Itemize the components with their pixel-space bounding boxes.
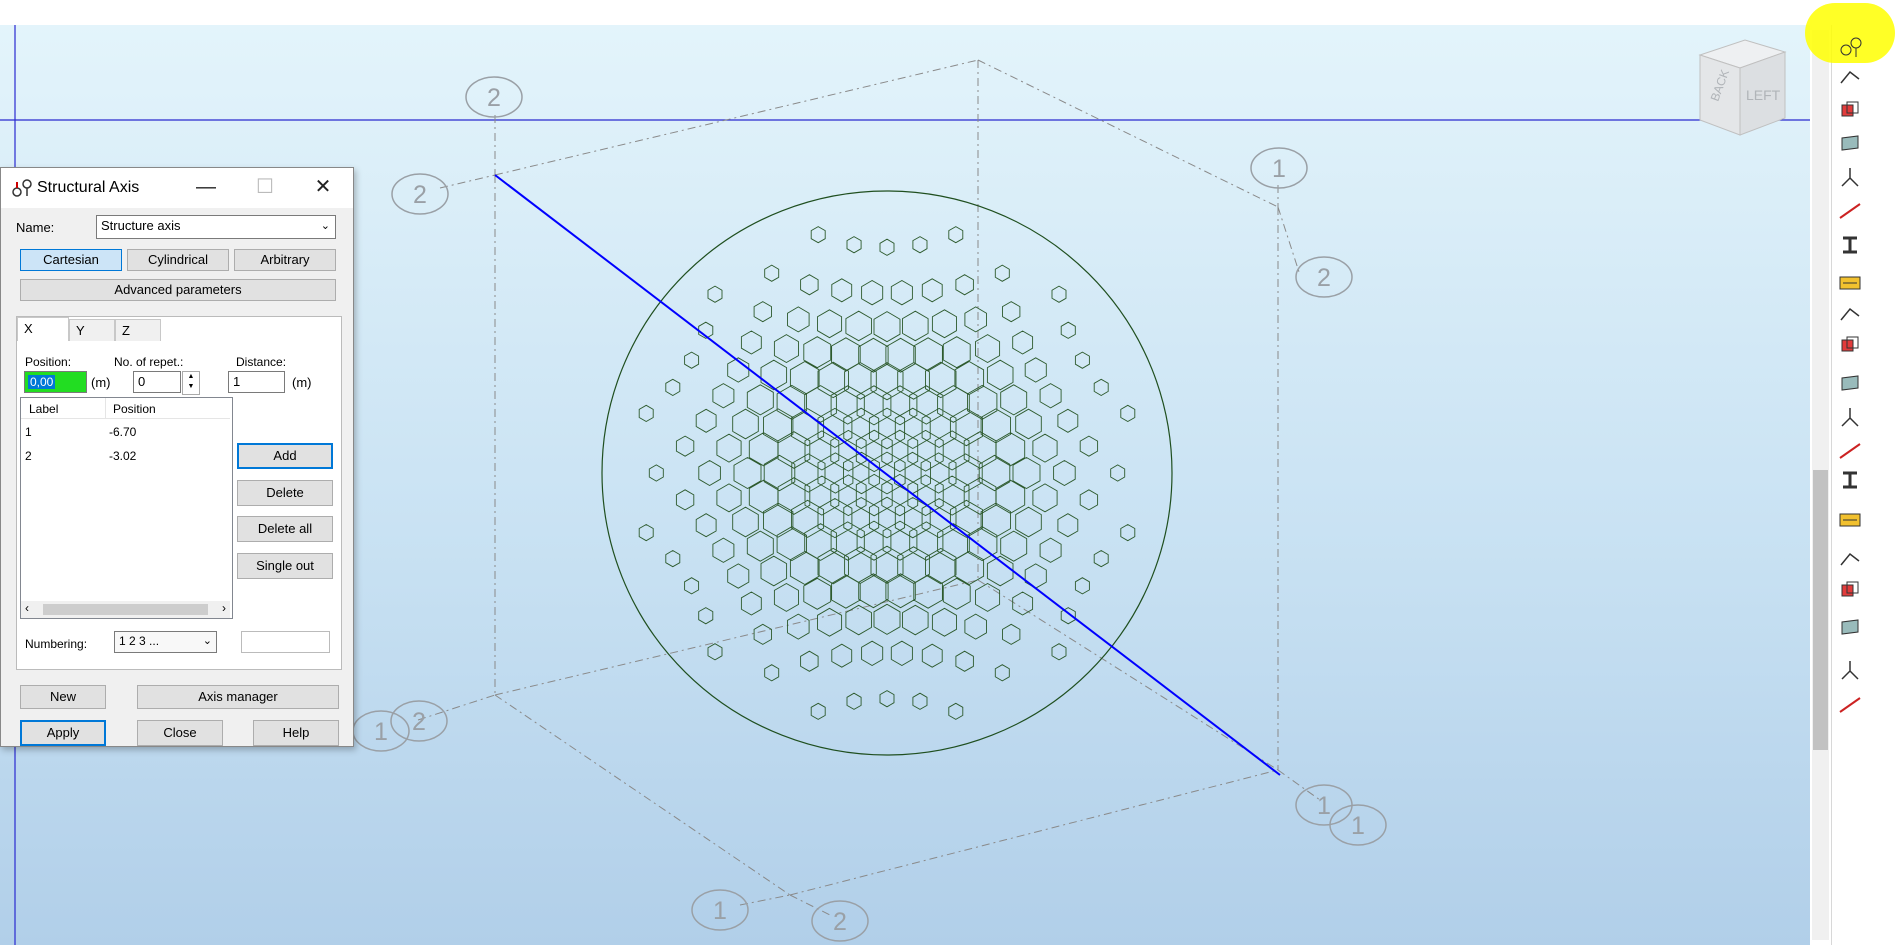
svg-text:2: 2 [412, 708, 426, 736]
chevron-down-icon: ⌄ [202, 635, 212, 647]
bar-icon[interactable] [1832, 63, 1868, 93]
dialog-title: Structural Axis [37, 179, 140, 196]
axis-list[interactable]: Label Position 1 -6.70 2 -3.02 ‹ › [20, 397, 233, 619]
panel-icon[interactable] [1832, 162, 1868, 192]
list-header: Label Position [21, 398, 230, 419]
truss-icon[interactable] [1832, 575, 1868, 605]
position-label: Position: [25, 355, 72, 369]
selected-axis-line[interactable] [494, 174, 1281, 776]
sphere-hex-cells [638, 226, 1136, 720]
bounding-box [417, 59, 1321, 916]
list-item-position: -3.02 [109, 449, 137, 463]
help-button[interactable]: Help [253, 720, 339, 746]
position-unit: (m) [91, 375, 111, 390]
distance-input[interactable]: 1 [228, 371, 285, 393]
structural-axis-dialog: Structural Axis — ☐ ✕ Name: Structure ax… [0, 167, 354, 747]
frame-icon[interactable] [1832, 612, 1868, 642]
svg-text:1: 1 [374, 718, 388, 746]
list-item-label: 2 [25, 449, 32, 463]
close-window-button[interactable]: ✕ [301, 172, 345, 202]
release-icon[interactable] [1832, 300, 1868, 330]
numbering-select[interactable]: 1 2 3 ... ⌄ [114, 631, 217, 653]
view-cube[interactable]: BACK LEFT [1698, 39, 1787, 136]
line-icon[interactable] [1832, 95, 1868, 125]
structural-axis-icon [12, 179, 32, 197]
list-header-label: Label [29, 402, 59, 416]
name-select[interactable]: Structure axis ⌄ [96, 215, 336, 239]
tab-z[interactable]: Z [115, 319, 161, 341]
name-label: Name: [16, 220, 55, 235]
repeat-label: No. of repet.: [114, 355, 184, 369]
numbering-label: Numbering: [25, 637, 88, 651]
slab-icon[interactable] [1832, 268, 1868, 298]
distance-unit: (m) [292, 375, 312, 390]
chevron-right-icon[interactable]: › [222, 601, 226, 615]
svg-text:1: 1 [1351, 812, 1365, 840]
close-button[interactable]: Close [137, 720, 223, 746]
structural-axis-icon[interactable] [1832, 33, 1868, 63]
chevron-down-icon: ⌄ [320, 220, 330, 232]
minimize-button[interactable]: — [184, 172, 228, 202]
list-horizontal-scrollbar[interactable]: ‹ › [21, 601, 230, 618]
offset-icon[interactable] [1832, 330, 1868, 360]
list-item-position: -6.70 [109, 425, 137, 439]
tab-y[interactable]: Y [69, 319, 115, 341]
load-icon[interactable] [1832, 505, 1868, 535]
advanced-parameters-button[interactable]: Advanced parameters [20, 279, 336, 301]
position-input-value: 0,00 [28, 375, 56, 389]
scrollbar-thumb[interactable] [1813, 470, 1828, 750]
table-icon[interactable] [1832, 655, 1868, 685]
node-icon[interactable] [1832, 128, 1868, 158]
layer-icon[interactable] [1832, 690, 1868, 720]
add-button[interactable]: Add [237, 443, 333, 469]
delete-all-button[interactable]: Delete all [237, 516, 333, 542]
delete-button[interactable]: Delete [237, 480, 333, 506]
member-icon[interactable] [1832, 230, 1868, 260]
section-icon[interactable] [1832, 368, 1868, 398]
position-input[interactable]: 0,00 [24, 371, 87, 393]
support-icon[interactable] [1832, 196, 1868, 226]
dialog-titlebar[interactable]: Structural Axis — ☐ ✕ [1, 168, 353, 208]
cartesian-button[interactable]: Cartesian [20, 249, 122, 271]
list-item-label: 1 [25, 425, 32, 439]
cylindrical-button[interactable]: Cylindrical [127, 249, 229, 271]
svg-text:1: 1 [713, 897, 727, 925]
svg-text:2: 2 [833, 908, 847, 936]
scrollbar-thumb[interactable] [43, 604, 208, 615]
svg-text:1: 1 [1317, 792, 1331, 820]
maximize-button[interactable]: ☐ [243, 172, 287, 202]
repeat-input[interactable]: 0 [133, 371, 181, 393]
chevron-left-icon[interactable]: ‹ [25, 601, 29, 615]
beam-icon[interactable] [1832, 545, 1868, 575]
view-cube-left-label: LEFT [1746, 87, 1781, 103]
axis-manager-button[interactable]: Axis manager [137, 685, 339, 709]
new-button[interactable]: New [20, 685, 106, 709]
cable-icon[interactable] [1832, 436, 1868, 466]
svg-text:1: 1 [1272, 155, 1286, 183]
arbitrary-button[interactable]: Arbitrary [234, 249, 336, 271]
solid-icon[interactable] [1832, 465, 1868, 495]
single-out-button[interactable]: Single out [237, 553, 333, 579]
distance-label: Distance: [236, 355, 287, 369]
name-select-value: Structure axis [101, 218, 181, 233]
sphere-outline [601, 190, 1173, 756]
apply-button[interactable]: Apply [20, 720, 106, 746]
hexagonal-sphere-mesh[interactable] [601, 190, 1173, 756]
svg-text:2: 2 [413, 181, 427, 209]
numbering-select-value: 1 2 3 ... [119, 634, 160, 648]
repeat-spinner[interactable]: ▲ ▼ [182, 371, 200, 395]
list-header-position: Position [113, 402, 156, 416]
svg-text:2: 2 [487, 84, 501, 112]
svg-text:2: 2 [1317, 264, 1331, 292]
material-icon[interactable] [1832, 402, 1868, 432]
tab-x[interactable]: X [17, 317, 69, 341]
numbering-prefix-input[interactable] [241, 631, 330, 653]
